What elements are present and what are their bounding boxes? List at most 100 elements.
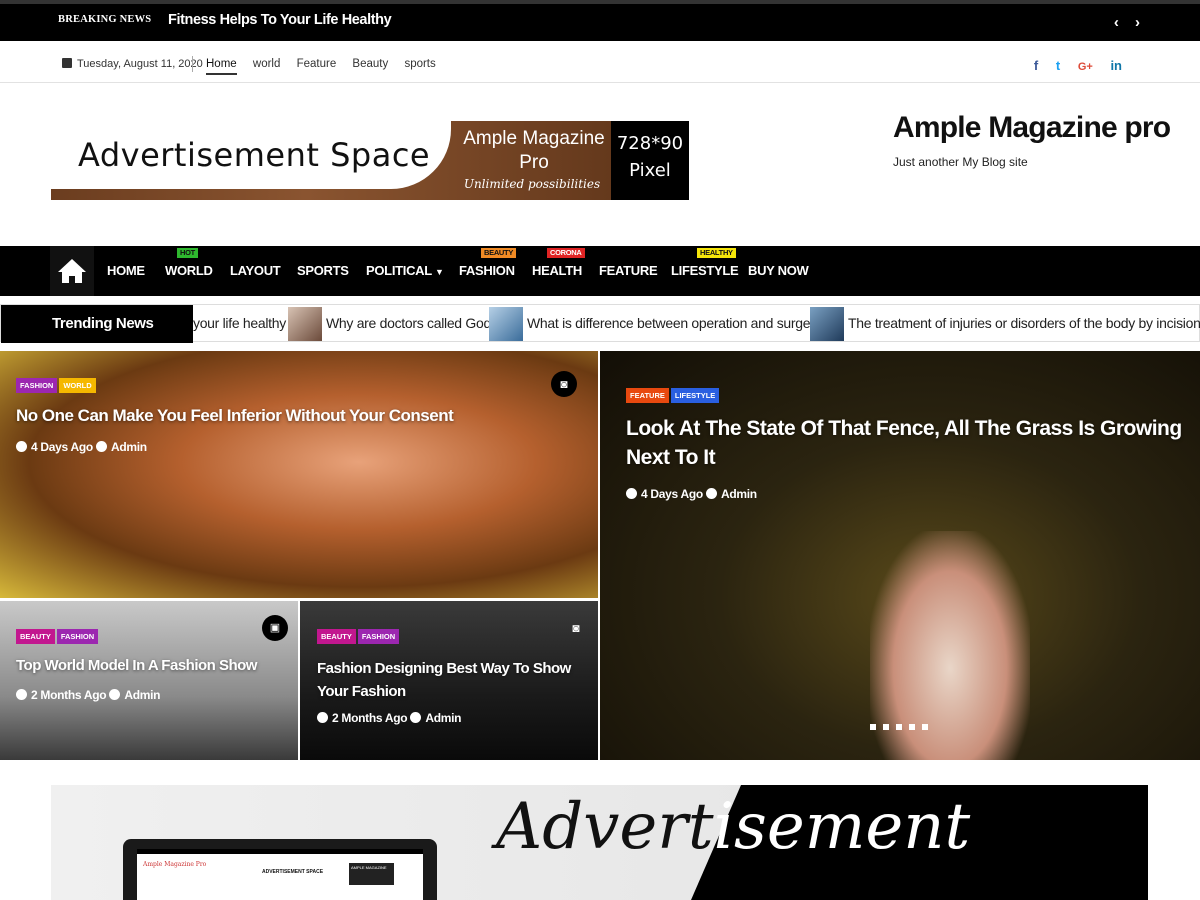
category-tag[interactable]: FASHION [16,378,58,393]
main-navigation: HOME HOT WORLD LAYOUT SPORTS POLITICAL ▼ … [0,246,1200,296]
date-text: Tuesday, August 11, 2020 [77,58,203,70]
trending-item[interactable]: your life healthy [193,315,286,331]
slider-dot[interactable] [909,724,915,730]
camera-icon: ◙ [551,371,577,397]
laptop-screen: Ample Magazine Pro ADVERTISEMENT SPACE A… [137,849,423,900]
top-menu-home[interactable]: Home [206,58,237,75]
user-icon [109,689,121,700]
nav-sports[interactable]: SPORTS [297,263,349,278]
linkedin-icon[interactable]: in [1110,58,1122,73]
nav-health[interactable]: CORONA HEALTH [532,248,585,278]
featured-post-3[interactable]: BEAUTY FASHION Top World Model In A Fashi… [0,601,298,760]
breaking-news-label: BREAKING NEWS [58,14,152,25]
ad-text-light: isement [713,790,971,864]
post-categories: BEAUTY FASHION [317,626,401,644]
top-menu-sports[interactable]: sports [404,58,435,70]
current-date: Tuesday, August 11, 2020 [62,58,203,70]
home-icon[interactable] [50,246,94,296]
nav-home[interactable]: HOME [107,263,145,278]
trending-news-bar: Trending News your life healthy Why are … [0,304,1200,343]
post-time: 2 Months Ago [332,711,408,725]
featured-post-2[interactable]: FEATURE LIFESTYLE Look At The State Of Th… [600,351,1200,760]
ad-size-unit: Pixel [629,160,671,181]
breaking-news-headline[interactable]: Fitness Helps To Your Life Healthy [168,12,392,28]
chevron-down-icon: ▼ [434,267,444,277]
post-title[interactable]: Look At The State Of That Fence, All The… [626,414,1186,472]
top-bar: Tuesday, August 11, 2020 Home world Feat… [0,41,1200,83]
top-menu: Home world Feature Beauty sports [206,58,449,75]
featured-post-1[interactable]: FASHION WORLD No One Can Make You Feel In… [0,351,598,598]
trending-item[interactable]: The treatment of injuries or disorders o… [848,315,1200,331]
category-tag[interactable]: BEAUTY [317,629,356,644]
ad-text-panel: Advertisement Space [51,121,451,189]
trending-thumbnail[interactable] [810,307,844,341]
laptop-ad-text: ADVERTISEMENT SPACE [262,869,324,875]
nav-political[interactable]: POLITICAL ▼ [366,263,444,278]
ad-tagline: Unlimited possibilities [463,177,601,191]
ad-brand: Ample Magazine Pro [459,127,609,175]
trending-item[interactable]: Why are doctors called God? [326,315,499,331]
nav-buy-now[interactable]: BUY NOW [748,263,809,278]
corona-badge: CORONA [547,248,585,258]
header-advertisement[interactable]: Advertisement Space Ample Magazine Pro U… [51,121,689,200]
trending-label: Trending News [1,305,193,343]
trending-thumbnail[interactable] [489,307,523,341]
ad-text: Advertisement Space [78,136,431,174]
slider-dot[interactable] [883,724,889,730]
post-categories: BEAUTY FASHION [16,626,100,644]
post-title[interactable]: Top World Model In A Fashion Show [16,657,257,674]
post-title[interactable]: No One Can Make You Feel Inferior Withou… [16,406,454,426]
post-author[interactable]: Admin [111,440,147,454]
nav-world[interactable]: HOT WORLD [165,248,213,278]
post-categories: FASHION WORLD [16,375,98,393]
category-tag[interactable]: WORLD [59,378,96,393]
facebook-icon[interactable]: f [1034,58,1038,73]
clock-icon [317,712,328,723]
post-time: 4 Days Ago [641,487,703,501]
divider [192,56,193,72]
ad-text-dark: Advert [496,790,714,864]
post-author[interactable]: Admin [425,711,461,725]
featured-post-4[interactable]: BEAUTY FASHION Fashion Designing Best Way… [300,601,598,760]
top-menu-beauty[interactable]: Beauty [352,58,388,70]
post-author[interactable]: Admin [721,487,757,501]
category-tag[interactable]: FASHION [56,629,99,644]
slider-dot[interactable] [896,724,902,730]
top-menu-world[interactable]: world [253,58,280,70]
category-tag[interactable]: FASHION [357,629,400,644]
post-author[interactable]: Admin [124,688,160,702]
social-links: f t G+ in [1020,58,1122,73]
category-tag[interactable]: BEAUTY [16,629,55,644]
nav-feature[interactable]: FEATURE [599,263,658,278]
post-title[interactable]: Fashion Designing Best Way To Show Your … [317,657,577,703]
site-description: Just another My Blog site [893,155,1028,169]
ad-size: 728*90 [616,133,684,154]
trending-thumbnail[interactable] [288,307,322,341]
prev-arrow-icon[interactable]: ‹ [1114,14,1119,31]
calendar-icon [62,58,72,68]
site-title[interactable]: Ample Magazine pro [893,111,1171,145]
healthy-badge: HEALTHY [697,248,736,258]
twitter-icon[interactable]: t [1056,58,1060,73]
post-meta: 4 Days Ago Admin [626,487,757,501]
laptop-screen-bar [137,849,423,854]
next-arrow-icon[interactable]: › [1135,14,1140,31]
post-time: 4 Days Ago [31,440,93,454]
category-tag[interactable]: FEATURE [626,388,669,403]
bottom-advertisement[interactable]: Advertisement Ample Magazine Pro ADVERTI… [51,785,1148,900]
trending-item[interactable]: What is difference between operation and… [527,315,829,331]
nav-fashion[interactable]: BEAUTY FASHION [459,248,517,278]
post-meta: 4 Days Ago Admin [16,440,147,454]
slider-dot[interactable] [922,724,928,730]
top-menu-feature[interactable]: Feature [297,58,337,70]
nav-lifestyle[interactable]: HEALTHY LIFESTYLE [671,248,739,278]
category-tag[interactable]: LIFESTYLE [670,388,720,403]
clock-icon [16,689,27,700]
slider-dot[interactable] [870,724,876,730]
clock-icon [16,441,27,452]
post-time: 2 Months Ago [31,688,107,702]
ad-size-box: 728*90 Pixel [611,121,689,200]
nav-layout[interactable]: LAYOUT [230,263,281,278]
google-plus-icon[interactable]: G+ [1078,61,1093,73]
ad-script-text: Advertisement [496,790,970,864]
